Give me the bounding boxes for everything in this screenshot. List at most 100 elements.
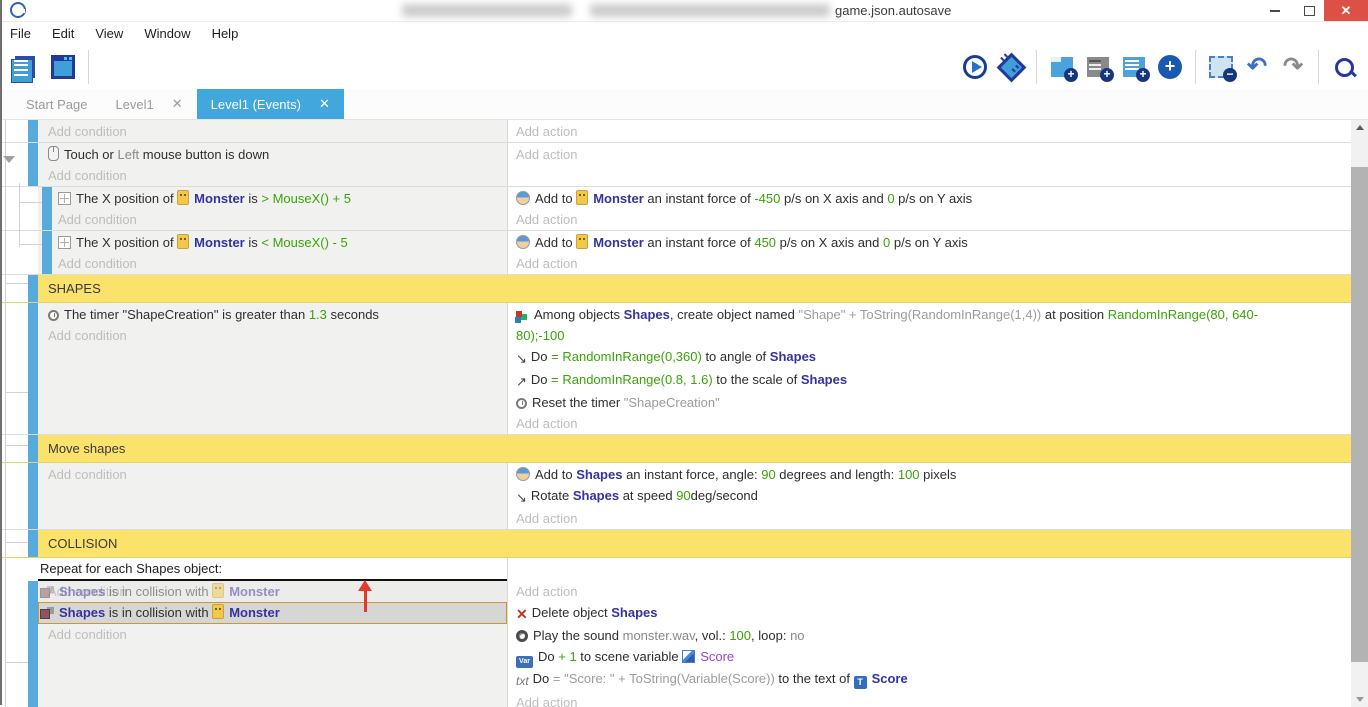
action-row[interactable]: ↘Rotate Shapes at speed 90deg/second [516, 485, 1347, 508]
event-text: < MouseX() - 5 [261, 235, 347, 250]
add-condition[interactable]: Add condition [48, 464, 507, 485]
tab-level1[interactable]: Level1✕ [101, 89, 196, 119]
actions-cell: Add to Monster an instant force of 450 p… [507, 231, 1351, 274]
action-row[interactable]: Reset the timer "ShapeCreation" [516, 392, 1347, 413]
comment-banner-label: SHAPES [38, 275, 1351, 302]
event-text: p/s on X axis and [776, 235, 883, 250]
event-text: Shapes [59, 605, 105, 620]
menu-help[interactable]: Help [212, 26, 239, 41]
selected-condition-row[interactable]: Shapes is in collision with Monster [38, 602, 507, 624]
action-row[interactable]: txtDo = "Score: " + ToString(Variable(Sc… [516, 668, 1347, 692]
menu-file[interactable]: File [10, 26, 31, 41]
event-text: pixels [920, 467, 957, 482]
delete-selection-icon[interactable]: − [1206, 52, 1236, 82]
action-row[interactable]: Add to Shapes an instant force, angle: 9… [516, 464, 1347, 485]
foreach-header[interactable]: Repeat for each Shapes object: [38, 558, 507, 579]
add-event-icon[interactable]: + [1047, 52, 1077, 82]
add-action[interactable]: Add action [516, 581, 1347, 602]
event-row: The X position of Monster is < MouseX() … [2, 231, 1351, 275]
action-row[interactable]: Add to Monster an instant force of -450 … [516, 188, 1347, 209]
action-row[interactable]: VarDo + 1 to scene variable Score [516, 646, 1347, 668]
event-text: Left [117, 147, 139, 162]
event-text: p/s on Y axis [895, 191, 973, 206]
condition-row[interactable]: The timer "ShapeCreation" is greater tha… [48, 304, 507, 325]
scene-events-icon[interactable] [12, 52, 42, 82]
event-text: Monster [229, 584, 280, 599]
tab-level1-events[interactable]: Level1 (Events)✕ [197, 89, 344, 119]
event-row: The X position of Monster is > MouseX() … [2, 187, 1351, 231]
event-text: 100 [898, 467, 920, 482]
add-action[interactable]: Add action [516, 253, 1347, 274]
menu-edit[interactable]: Edit [52, 26, 74, 41]
event-text: Shapes [801, 372, 847, 387]
action-row[interactable]: Among objects Shapes, create object name… [516, 304, 1347, 346]
event-text: degrees and length: [776, 467, 898, 482]
undo-icon[interactable]: ↶ [1242, 52, 1272, 82]
comment-banner[interactable]: Move shapes [2, 435, 1351, 463]
event-text: Shapes [624, 307, 670, 322]
add-sub-event-icon[interactable]: + [1083, 52, 1113, 82]
add-condition[interactable]: Add condition [58, 253, 507, 274]
add-action[interactable]: Add action [516, 508, 1347, 529]
tab-start-page[interactable]: Start Page [12, 89, 101, 119]
add-condition[interactable]: Add condition [48, 325, 507, 346]
condition-row[interactable]: Touch or Left mouse button is down [48, 144, 507, 165]
comment-banner[interactable]: COLLISION [2, 530, 1351, 558]
event-bar [28, 120, 38, 142]
collision-icon [40, 586, 54, 598]
add-action[interactable]: Add action [516, 121, 1347, 142]
event-row: Touch or Left mouse button is downAdd co… [2, 143, 1351, 187]
event-text: , loop: [751, 628, 790, 643]
add-condition[interactable]: Add condition [38, 624, 507, 645]
comment-banner[interactable]: SHAPES [2, 275, 1351, 303]
add-action[interactable]: Add action [516, 413, 1347, 434]
add-action[interactable]: Add action [516, 209, 1347, 230]
event-bar [28, 275, 38, 302]
menu-window[interactable]: Window [144, 26, 190, 41]
event-text: "Shape" + ToString(RandomInRange(1,4)) [799, 307, 1042, 322]
event-row: Add condition Add to Shapes an instant fo… [2, 463, 1351, 530]
event-text: seconds [327, 307, 379, 322]
action-row[interactable]: ✕Delete object Shapes [516, 602, 1347, 625]
conditions-cell: Repeat for each Shapes object: Add condit… [38, 558, 507, 707]
monster-icon [177, 190, 189, 205]
condition-row[interactable]: The X position of Monster is > MouseX() … [58, 188, 507, 209]
add-condition[interactable]: Add condition [48, 165, 507, 186]
redo-icon[interactable]: ↷ [1278, 52, 1308, 82]
conditions-cell: Add condition [38, 120, 507, 142]
event-text: , create object named [670, 307, 799, 322]
close-tab-icon[interactable]: ✕ [319, 96, 330, 112]
action-row[interactable]: ↗Do = RandomInRange(0.8, 1.6) to the sca… [516, 369, 1347, 392]
close-tab-icon[interactable]: ✕ [172, 96, 183, 112]
event-text: 100 [729, 628, 751, 643]
event-text: Touch or [64, 147, 117, 162]
add-action[interactable]: Add action [516, 144, 1347, 165]
close-button[interactable]: ✕ [1324, 0, 1368, 21]
scene-editor-icon[interactable] [48, 52, 78, 82]
event-text: Reset the timer [532, 395, 624, 410]
add-comment-icon[interactable]: + [1119, 52, 1149, 82]
event-text: Do [531, 349, 551, 364]
menu-bar: File Edit View Window Help [2, 22, 1368, 45]
scrollbar-thumb[interactable] [1351, 167, 1368, 662]
restore-button[interactable] [1294, 0, 1324, 21]
add-condition[interactable]: Add condition [58, 209, 507, 230]
scroll-up-icon[interactable] [1351, 120, 1368, 135]
add-other-event-icon[interactable]: + [1155, 52, 1185, 82]
mouse-icon [48, 146, 59, 161]
action-row[interactable]: ↘Do = RandomInRange(0,360) to angle of S… [516, 346, 1347, 369]
minimize-button[interactable] [1260, 0, 1290, 21]
action-row[interactable]: Play the sound monster.wav, vol.: 100, l… [516, 625, 1347, 646]
annotation-arrow-up [358, 580, 372, 612]
conditions-cell: Touch or Left mouse button is downAdd co… [38, 143, 507, 186]
add-condition[interactable]: Add condition [48, 121, 507, 142]
event-text: Monster [194, 235, 245, 250]
event-bar [42, 187, 52, 230]
action-row[interactable]: Add to Monster an instant force of 450 p… [516, 232, 1347, 253]
actions-cell: Add action [507, 143, 1351, 186]
debugger-icon[interactable] [996, 52, 1026, 82]
menu-view[interactable]: View [95, 26, 123, 41]
condition-row[interactable]: The X position of Monster is < MouseX() … [58, 232, 507, 253]
search-icon[interactable] [1329, 52, 1359, 82]
play-icon[interactable] [960, 52, 990, 82]
